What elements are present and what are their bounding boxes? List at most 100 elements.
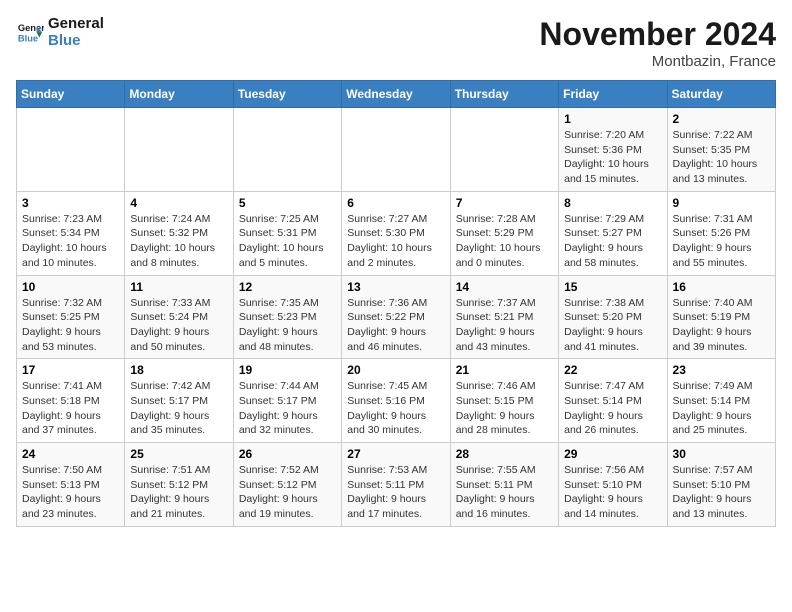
day-info: Sunrise: 7:41 AM Sunset: 5:18 PM Dayligh…: [22, 379, 119, 438]
calendar-cell: [450, 108, 558, 192]
day-number: 9: [673, 196, 770, 210]
day-number: 6: [347, 196, 444, 210]
day-header-tuesday: Tuesday: [233, 81, 341, 108]
calendar-cell: 13Sunrise: 7:36 AM Sunset: 5:22 PM Dayli…: [342, 275, 450, 359]
svg-text:Blue: Blue: [18, 33, 38, 43]
day-number: 21: [456, 363, 553, 377]
day-info: Sunrise: 7:49 AM Sunset: 5:14 PM Dayligh…: [673, 379, 770, 438]
day-info: Sunrise: 7:55 AM Sunset: 5:11 PM Dayligh…: [456, 463, 553, 522]
day-number: 5: [239, 196, 336, 210]
day-info: Sunrise: 7:35 AM Sunset: 5:23 PM Dayligh…: [239, 296, 336, 355]
day-info: Sunrise: 7:47 AM Sunset: 5:14 PM Dayligh…: [564, 379, 661, 438]
day-number: 29: [564, 447, 661, 461]
day-info: Sunrise: 7:52 AM Sunset: 5:12 PM Dayligh…: [239, 463, 336, 522]
day-info: Sunrise: 7:57 AM Sunset: 5:10 PM Dayligh…: [673, 463, 770, 522]
day-header-monday: Monday: [125, 81, 233, 108]
day-number: 14: [456, 280, 553, 294]
title-block: November 2024 Montbazin, France: [539, 16, 776, 70]
calendar-cell: 21 Sunrise: 7:46 AM Sunset: 5:15 PM Dayli…: [450, 359, 558, 443]
day-info: Sunrise: 7:20 AM Sunset: 5:36 PM Dayligh…: [564, 128, 661, 187]
day-info: Sunrise: 7:40 AM Sunset: 5:19 PM Dayligh…: [673, 296, 770, 355]
calendar-cell: 7Sunrise: 7:28 AM Sunset: 5:29 PM Daylig…: [450, 191, 558, 275]
day-header-thursday: Thursday: [450, 81, 558, 108]
day-number: 12: [239, 280, 336, 294]
day-number: 17: [22, 363, 119, 377]
calendar-cell: 29 Sunrise: 7:56 AM Sunset: 5:10 PM Dayli…: [559, 443, 667, 527]
day-info: Sunrise: 7:36 AM Sunset: 5:22 PM Dayligh…: [347, 296, 444, 355]
day-info: Sunrise: 7:46 AM Sunset: 5:15 PM Dayligh…: [456, 379, 553, 438]
day-info: Sunrise: 7:28 AM Sunset: 5:29 PM Dayligh…: [456, 212, 553, 271]
day-info: Sunrise: 7:22 AM Sunset: 5:35 PM Dayligh…: [673, 128, 770, 187]
calendar-cell: 30Sunrise: 7:57 AM Sunset: 5:10 PM Dayli…: [667, 443, 775, 527]
day-number: 22: [564, 363, 661, 377]
calendar-table: SundayMondayTuesdayWednesdayThursdayFrid…: [16, 80, 776, 527]
day-info: Sunrise: 7:56 AM Sunset: 5:10 PM Dayligh…: [564, 463, 661, 522]
day-number: 3: [22, 196, 119, 210]
day-info: Sunrise: 7:53 AM Sunset: 5:11 PM Dayligh…: [347, 463, 444, 522]
location: Montbazin, France: [539, 53, 776, 70]
day-info: Sunrise: 7:44 AM Sunset: 5:17 PM Dayligh…: [239, 379, 336, 438]
calendar-cell: 15Sunrise: 7:38 AM Sunset: 5:20 PM Dayli…: [559, 275, 667, 359]
day-header-saturday: Saturday: [667, 81, 775, 108]
calendar-cell: 18 Sunrise: 7:42 AM Sunset: 5:17 PM Dayli…: [125, 359, 233, 443]
calendar-cell: 3 Sunrise: 7:23 AM Sunset: 5:34 PM Daylig…: [17, 191, 125, 275]
logo: General Blue General Blue: [16, 16, 104, 49]
calendar-cell: [233, 108, 341, 192]
week-row-2: 3 Sunrise: 7:23 AM Sunset: 5:34 PM Daylig…: [17, 191, 776, 275]
calendar-cell: 20 Sunrise: 7:45 AM Sunset: 5:16 PM Dayli…: [342, 359, 450, 443]
month-title: November 2024: [539, 16, 776, 53]
day-info: Sunrise: 7:24 AM Sunset: 5:32 PM Dayligh…: [130, 212, 227, 271]
week-row-4: 17 Sunrise: 7:41 AM Sunset: 5:18 PM Dayli…: [17, 359, 776, 443]
day-info: Sunrise: 7:51 AM Sunset: 5:12 PM Dayligh…: [130, 463, 227, 522]
day-number: 1: [564, 112, 661, 126]
day-info: Sunrise: 7:31 AM Sunset: 5:26 PM Dayligh…: [673, 212, 770, 271]
day-info: Sunrise: 7:38 AM Sunset: 5:20 PM Dayligh…: [564, 296, 661, 355]
calendar-cell: [17, 108, 125, 192]
calendar-cell: 2 Sunrise: 7:22 AM Sunset: 5:35 PM Daylig…: [667, 108, 775, 192]
page-header: General Blue General Blue November 2024 …: [16, 16, 776, 70]
logo-icon: General Blue: [16, 19, 44, 47]
day-info: Sunrise: 7:23 AM Sunset: 5:34 PM Dayligh…: [22, 212, 119, 271]
calendar-cell: 9 Sunrise: 7:31 AM Sunset: 5:26 PM Daylig…: [667, 191, 775, 275]
day-info: Sunrise: 7:50 AM Sunset: 5:13 PM Dayligh…: [22, 463, 119, 522]
week-row-5: 24 Sunrise: 7:50 AM Sunset: 5:13 PM Dayli…: [17, 443, 776, 527]
day-number: 23: [673, 363, 770, 377]
calendar-cell: 28 Sunrise: 7:55 AM Sunset: 5:11 PM Dayli…: [450, 443, 558, 527]
day-header-wednesday: Wednesday: [342, 81, 450, 108]
calendar-cell: 11 Sunrise: 7:33 AM Sunset: 5:24 PM Dayli…: [125, 275, 233, 359]
calendar-cell: 24 Sunrise: 7:50 AM Sunset: 5:13 PM Dayli…: [17, 443, 125, 527]
day-number: 8: [564, 196, 661, 210]
calendar-cell: 27 Sunrise: 7:53 AM Sunset: 5:11 PM Dayli…: [342, 443, 450, 527]
day-number: 26: [239, 447, 336, 461]
calendar-cell: 19 Sunrise: 7:44 AM Sunset: 5:17 PM Dayli…: [233, 359, 341, 443]
day-number: 4: [130, 196, 227, 210]
day-number: 28: [456, 447, 553, 461]
day-info: Sunrise: 7:37 AM Sunset: 5:21 PM Dayligh…: [456, 296, 553, 355]
logo-line1: General: [48, 16, 104, 33]
day-info: Sunrise: 7:45 AM Sunset: 5:16 PM Dayligh…: [347, 379, 444, 438]
calendar-cell: 6Sunrise: 7:27 AM Sunset: 5:30 PM Daylig…: [342, 191, 450, 275]
day-number: 10: [22, 280, 119, 294]
calendar-cell: 14 Sunrise: 7:37 AM Sunset: 5:21 PM Dayli…: [450, 275, 558, 359]
day-info: Sunrise: 7:42 AM Sunset: 5:17 PM Dayligh…: [130, 379, 227, 438]
day-number: 2: [673, 112, 770, 126]
day-number: 27: [347, 447, 444, 461]
day-header-sunday: Sunday: [17, 81, 125, 108]
day-number: 16: [673, 280, 770, 294]
calendar-cell: 23 Sunrise: 7:49 AM Sunset: 5:14 PM Dayli…: [667, 359, 775, 443]
week-row-1: 1 Sunrise: 7:20 AM Sunset: 5:36 PM Daylig…: [17, 108, 776, 192]
calendar-cell: [125, 108, 233, 192]
logo-line2: Blue: [48, 33, 104, 50]
day-number: 19: [239, 363, 336, 377]
week-row-3: 10Sunrise: 7:32 AM Sunset: 5:25 PM Dayli…: [17, 275, 776, 359]
calendar-cell: [342, 108, 450, 192]
day-number: 24: [22, 447, 119, 461]
day-number: 25: [130, 447, 227, 461]
day-info: Sunrise: 7:33 AM Sunset: 5:24 PM Dayligh…: [130, 296, 227, 355]
calendar-cell: 5Sunrise: 7:25 AM Sunset: 5:31 PM Daylig…: [233, 191, 341, 275]
day-number: 11: [130, 280, 227, 294]
day-number: 18: [130, 363, 227, 377]
day-number: 20: [347, 363, 444, 377]
calendar-body: 1 Sunrise: 7:20 AM Sunset: 5:36 PM Daylig…: [17, 108, 776, 527]
calendar-header-row: SundayMondayTuesdayWednesdayThursdayFrid…: [17, 81, 776, 108]
